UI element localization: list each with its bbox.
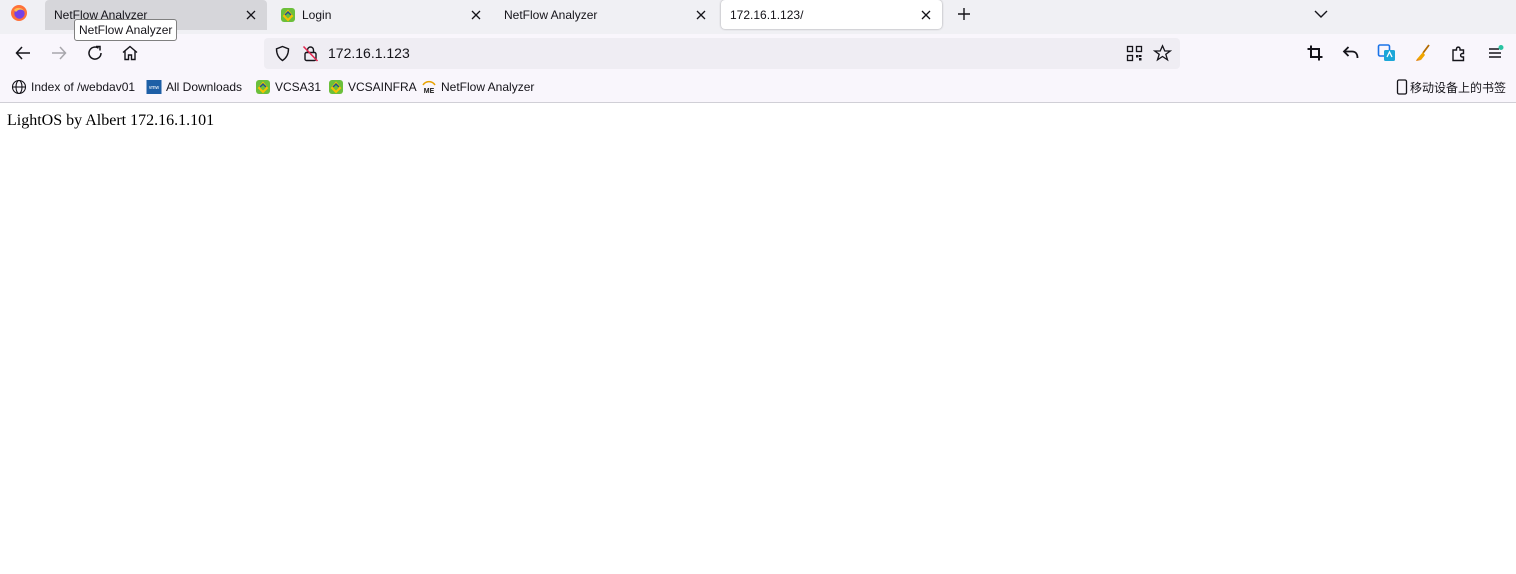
vsphere-icon — [329, 80, 343, 94]
bookmark-label: VCSAINFRA — [348, 80, 417, 94]
home-button[interactable] — [119, 42, 141, 64]
close-icon[interactable] — [243, 7, 259, 23]
bookmark-star-icon[interactable] — [1153, 44, 1172, 63]
undo-button[interactable] — [1340, 42, 1362, 64]
arrow-left-icon — [15, 46, 30, 60]
bookmark-label: Index of /webdav01 — [31, 80, 136, 94]
app-menu-button[interactable] — [1484, 42, 1506, 64]
vsphere-icon — [256, 80, 270, 94]
mobile-bookmarks-label: 移动设备上的书签 — [1410, 80, 1507, 95]
url-text[interactable]: 172.16.1.123 — [328, 38, 410, 69]
bookmark-all-downloads[interactable]: vmw All Downloads — [146, 72, 242, 102]
puzzle-piece-icon — [1452, 46, 1465, 62]
bookmark-vcsa31[interactable]: VCSA31 — [255, 72, 321, 102]
tab-title: NetFlow Analyzer — [504, 8, 598, 22]
mobile-bookmarks[interactable]: 移动设备上的书签 — [1396, 72, 1506, 102]
tab-login[interactable]: Login — [270, 0, 492, 30]
bookmark-vcsainfra[interactable]: VCSAINFRA — [328, 72, 417, 102]
crop-icon — [1307, 45, 1323, 61]
mobile-device-icon — [1396, 79, 1408, 95]
bookmark-index-of-webdav01[interactable]: Index of /webdav01 — [11, 72, 135, 102]
forward-button[interactable] — [48, 42, 70, 64]
globe-icon — [11, 79, 27, 95]
reload-button[interactable] — [84, 42, 106, 64]
hamburger-menu-icon — [1489, 45, 1504, 58]
page-body-text: LightOS by Albert 172.16.1.101 — [7, 112, 215, 129]
svg-text:ME: ME — [424, 88, 435, 95]
tracking-protection-shield-icon[interactable] — [274, 45, 291, 62]
new-tab-icon[interactable] — [954, 4, 974, 24]
url-bar[interactable]: 172.16.1.123 — [264, 38, 1180, 69]
tab-tooltip: NetFlow Analyzer — [74, 19, 178, 41]
tab-title: Login — [302, 8, 332, 22]
translate-extension-button[interactable] — [1376, 42, 1398, 64]
back-button[interactable] — [12, 42, 34, 64]
broom-icon — [1416, 44, 1430, 61]
bookmarks-toolbar: Index of /webdav01 vmw All Downloads VCS… — [0, 72, 1516, 103]
translate-icon — [1377, 44, 1395, 61]
firefox-icon[interactable] — [10, 4, 28, 22]
navigation-toolbar: 172.16.1.123 — [0, 34, 1516, 72]
vsphere-icon — [281, 8, 295, 22]
bookmark-label: VCSA31 — [275, 80, 322, 94]
bookmark-label: All Downloads — [166, 80, 243, 94]
close-icon[interactable] — [693, 7, 709, 23]
svg-text:vmw: vmw — [149, 85, 160, 91]
qr-code-icon[interactable] — [1126, 45, 1143, 62]
tab-bar: NetFlow Analyzer Login NetFlow Analyzer … — [0, 0, 1516, 34]
bookmark-label: NetFlow Analyzer — [441, 80, 535, 94]
tab-netflow-analyzer-2[interactable]: NetFlow Analyzer — [495, 0, 717, 30]
list-all-tabs-icon[interactable] — [1311, 4, 1331, 24]
undo-arrow-icon — [1342, 46, 1359, 59]
tab-active[interactable]: 172.16.1.123/ — [721, 0, 942, 29]
manageengine-icon: ME — [422, 80, 436, 95]
extensions-button[interactable] — [1448, 42, 1470, 64]
close-icon[interactable] — [918, 7, 934, 23]
screenshot-crop-button[interactable] — [1304, 42, 1326, 64]
bookmark-netflow-analyzer[interactable]: ME NetFlow Analyzer — [421, 72, 534, 102]
close-icon[interactable] — [468, 7, 484, 23]
arrow-right-icon — [52, 46, 67, 60]
sweep-extension-button[interactable] — [1412, 42, 1434, 64]
vmware-icon: vmw — [146, 80, 162, 94]
reload-icon — [88, 45, 102, 60]
home-icon — [122, 45, 138, 61]
insecure-lock-icon[interactable] — [302, 45, 319, 62]
tab-title: 172.16.1.123/ — [730, 7, 804, 22]
